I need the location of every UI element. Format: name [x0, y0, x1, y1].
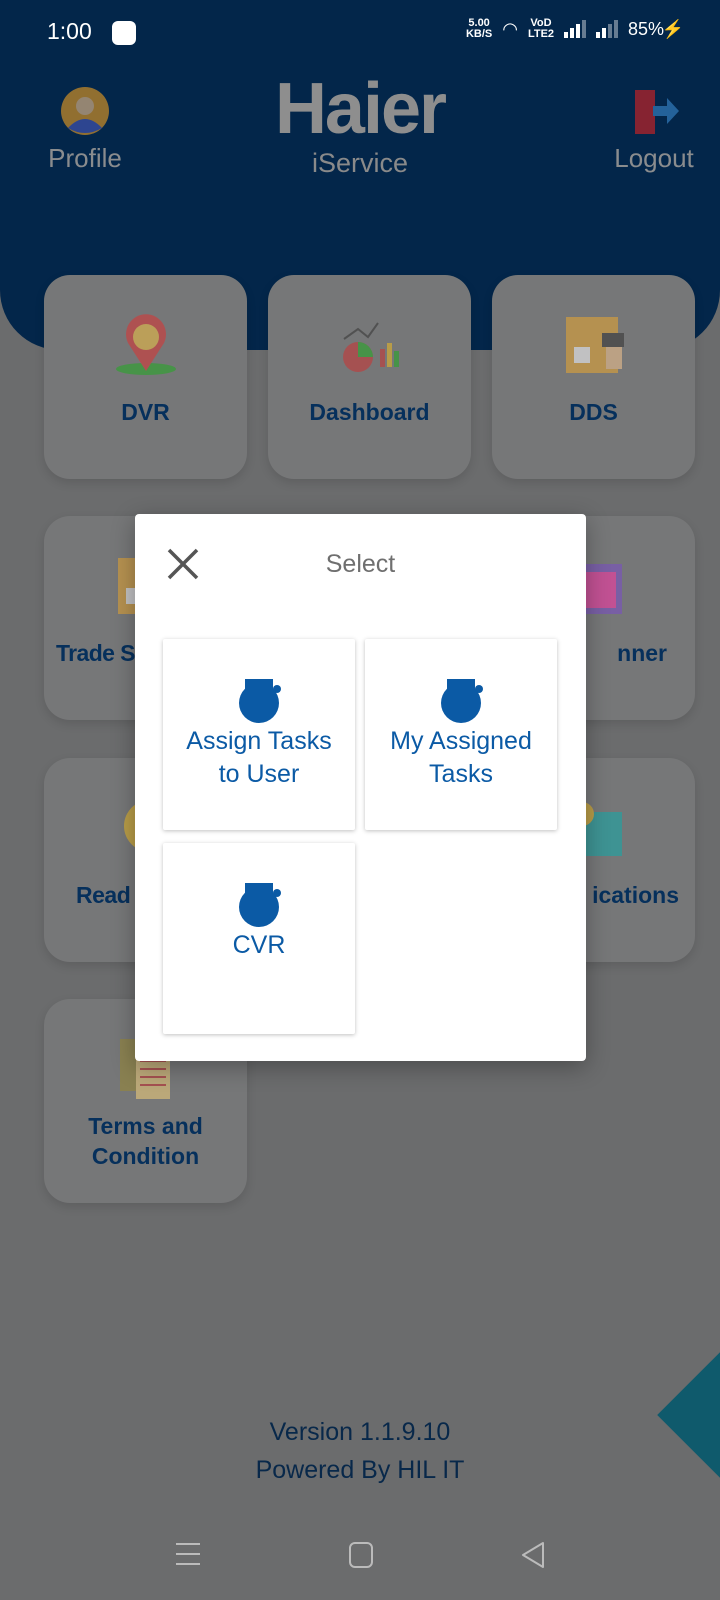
option-my-assigned-tasks[interactable]: My Assigned Tasks: [365, 639, 557, 830]
location-pin-icon: [116, 314, 176, 375]
option-label: Assign Tasks to User: [186, 727, 332, 788]
logout-label: Logout: [614, 143, 694, 173]
app-notification-icon: [112, 21, 136, 45]
package-scanner-icon: [566, 317, 624, 373]
logout-button[interactable]: Logout: [606, 86, 702, 174]
task-badge-icon: [239, 883, 281, 927]
status-time: 1:00: [47, 18, 92, 44]
tile-dds[interactable]: DDS: [492, 275, 695, 479]
select-dialog: Select Assign Tasks to User My Assigned …: [135, 514, 586, 1061]
recent-apps-button[interactable]: [175, 1540, 201, 1568]
option-assign-tasks[interactable]: Assign Tasks to User: [163, 639, 355, 830]
wifi-icon: ◠: [502, 18, 518, 39]
task-badge-icon: [239, 679, 281, 723]
status-bar: 1:00 5.00 KB/S ◠ VoD LTE2 85% ⚡: [0, 0, 720, 62]
logout-icon: [635, 90, 679, 134]
home-button[interactable]: [348, 1540, 374, 1568]
tile-label: Terms and Condition: [88, 1113, 203, 1169]
option-label: My Assigned Tasks: [390, 727, 532, 788]
powered-by-text: Powered By HIL IT: [255, 1456, 465, 1484]
back-button[interactable]: [520, 1540, 546, 1568]
signal-icon-2: [595, 20, 618, 38]
task-badge-icon: [441, 679, 483, 723]
signal-icon: [563, 20, 586, 38]
charging-icon: ⚡: [661, 18, 684, 39]
option-label: CVR: [232, 931, 286, 959]
tile-label: DVR: [121, 399, 170, 425]
dialog-title: Select: [325, 550, 396, 578]
battery-level: 85%: [627, 18, 664, 39]
tile-label: DDS: [569, 399, 618, 425]
net-speed: 5.00 KB/S: [465, 17, 493, 40]
tile-dvr[interactable]: DVR: [44, 275, 247, 479]
volte-icon: VoD LTE2: [527, 17, 555, 40]
version-text: Version 1.1.9.10: [269, 1418, 451, 1446]
option-cvr[interactable]: CVR: [163, 843, 355, 1034]
analytics-chart-icon: [343, 322, 399, 372]
tile-dashboard[interactable]: Dashboard: [268, 275, 471, 479]
tile-label: Dashboard: [309, 399, 430, 425]
